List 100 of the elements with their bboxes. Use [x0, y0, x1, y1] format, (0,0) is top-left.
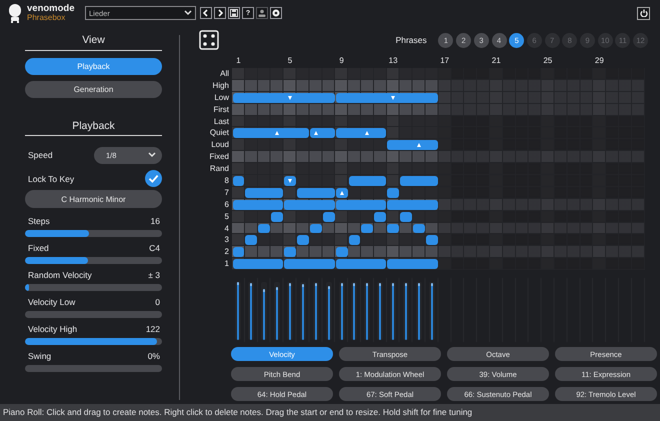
velocity-slider[interactable] [338, 282, 345, 340]
velocity-bar[interactable] [366, 283, 368, 340]
chevron-down-icon [148, 152, 156, 158]
slider-track[interactable] [25, 365, 162, 372]
velocity-slider[interactable] [377, 282, 384, 340]
row-label: 8 [224, 175, 230, 187]
note-block[interactable] [336, 188, 348, 198]
velocity-bar[interactable] [250, 283, 252, 340]
velocity-slider[interactable] [416, 282, 422, 340]
step-number: 17 [439, 56, 450, 64]
section-heading: Playback [25, 118, 162, 136]
slider-value: 16 [150, 216, 160, 226]
slider-value: 122 [146, 324, 160, 334]
piano-roll-row[interactable] [232, 186, 644, 199]
row-label: 1 [224, 258, 230, 270]
note-block[interactable] [284, 176, 296, 186]
row-label: Rand [208, 163, 230, 176]
velocity-slider[interactable] [428, 282, 435, 340]
row-label: Loud [210, 139, 230, 152]
velocity-bar[interactable] [302, 284, 304, 340]
velocity-slider[interactable] [287, 282, 293, 340]
velocity-slider[interactable] [235, 282, 242, 340]
brand-name: venomode [27, 4, 75, 13]
settings-icon [271, 8, 281, 18]
slider-label: Fixed [28, 243, 49, 253]
row-label: First [212, 104, 230, 116]
slider-track[interactable] [25, 230, 162, 237]
row-label: 4 [224, 222, 230, 234]
step-number: 29 [594, 56, 605, 64]
scale-button[interactable]: C Harmonic Minor [25, 190, 162, 208]
speed-label: Speed [28, 150, 53, 160]
toolbar-button[interactable] [228, 7, 240, 19]
slider-track[interactable] [25, 257, 162, 264]
view-tab[interactable]: Generation [25, 81, 162, 98]
velocity-bar[interactable] [418, 283, 420, 340]
row-label: All [219, 68, 230, 80]
velocity-slider[interactable] [274, 282, 280, 340]
product-name: Phrasebox [27, 13, 66, 22]
velocity-slider[interactable] [261, 282, 268, 340]
slider-track[interactable] [25, 311, 162, 318]
slider-label: Swing [28, 351, 52, 361]
velocity-bar[interactable] [353, 283, 356, 340]
row-label: Last [212, 116, 230, 128]
velocity-slider[interactable] [248, 282, 254, 340]
checkbox[interactable] [145, 170, 162, 187]
slider-value: ± 3 [148, 270, 160, 280]
step-number: 25 [542, 56, 554, 64]
step-number: 21 [490, 56, 502, 64]
slider-label: Velocity High [28, 324, 78, 334]
step-number: 5 [286, 56, 294, 64]
piano-roll-row[interactable] [232, 127, 644, 140]
velocity-slider[interactable] [326, 282, 332, 340]
note-block[interactable] [310, 128, 322, 138]
slider-label: Steps [28, 216, 50, 226]
row-label: 3 [224, 234, 230, 246]
velocity-slider[interactable] [351, 282, 358, 340]
row-label: Low [213, 92, 230, 104]
velocity-slider[interactable] [312, 282, 319, 340]
slider-value: 0 [155, 297, 160, 307]
toolbar-button[interactable] [200, 7, 212, 19]
velocity-bar[interactable] [328, 286, 330, 340]
velocity-bar[interactable] [405, 283, 408, 340]
piano-roll-row[interactable] [232, 92, 644, 104]
slider-label: Random Velocity [28, 270, 92, 280]
row-label: Quiet [208, 127, 230, 140]
lock-label: Lock To Key [28, 174, 74, 184]
velocity-slider[interactable] [300, 282, 306, 340]
velocity-bar[interactable] [314, 283, 317, 340]
row-label: 7 [224, 186, 230, 199]
slider-label: Velocity Low [28, 297, 76, 307]
piano-roll-row[interactable] [232, 139, 644, 152]
status-bar: Piano Roll: Click and drag to create notes. Right click to delete notes. Drag the start or end to resize. Hold shift for fine tuning [0, 404, 660, 421]
power-icon [640, 9, 648, 17]
velocity-bar[interactable] [340, 283, 343, 340]
velocity-slider[interactable] [390, 282, 396, 340]
velocity-bar[interactable] [379, 283, 382, 340]
power-button[interactable] [637, 6, 650, 20]
velocity-slider[interactable] [403, 282, 410, 340]
toolbar-button[interactable] [270, 7, 282, 19]
velocity-bar[interactable] [392, 283, 394, 340]
row-label: 6 [224, 198, 230, 211]
velocity-slider[interactable] [364, 282, 370, 340]
step-number: 1 [235, 56, 242, 64]
step-number: 13 [388, 56, 399, 64]
slider-track[interactable] [25, 284, 162, 291]
velocity-bar[interactable] [237, 282, 240, 340]
person-icon [257, 8, 267, 18]
step-number: 9 [338, 56, 345, 64]
row-label: High [212, 80, 230, 92]
logo-icon [8, 3, 22, 23]
row-label: Fixed [208, 151, 230, 164]
velocity-bar[interactable] [276, 287, 278, 340]
chevron-down-icon [184, 10, 192, 16]
dice-icon[interactable] [199, 30, 219, 50]
velocity-bar[interactable] [263, 289, 266, 340]
piano-roll-row[interactable] [232, 175, 644, 187]
velocity-bar[interactable] [430, 283, 433, 340]
slider-value: 0% [148, 351, 160, 361]
row-label: 5 [224, 210, 230, 223]
toolbar-button[interactable] [214, 7, 226, 19]
